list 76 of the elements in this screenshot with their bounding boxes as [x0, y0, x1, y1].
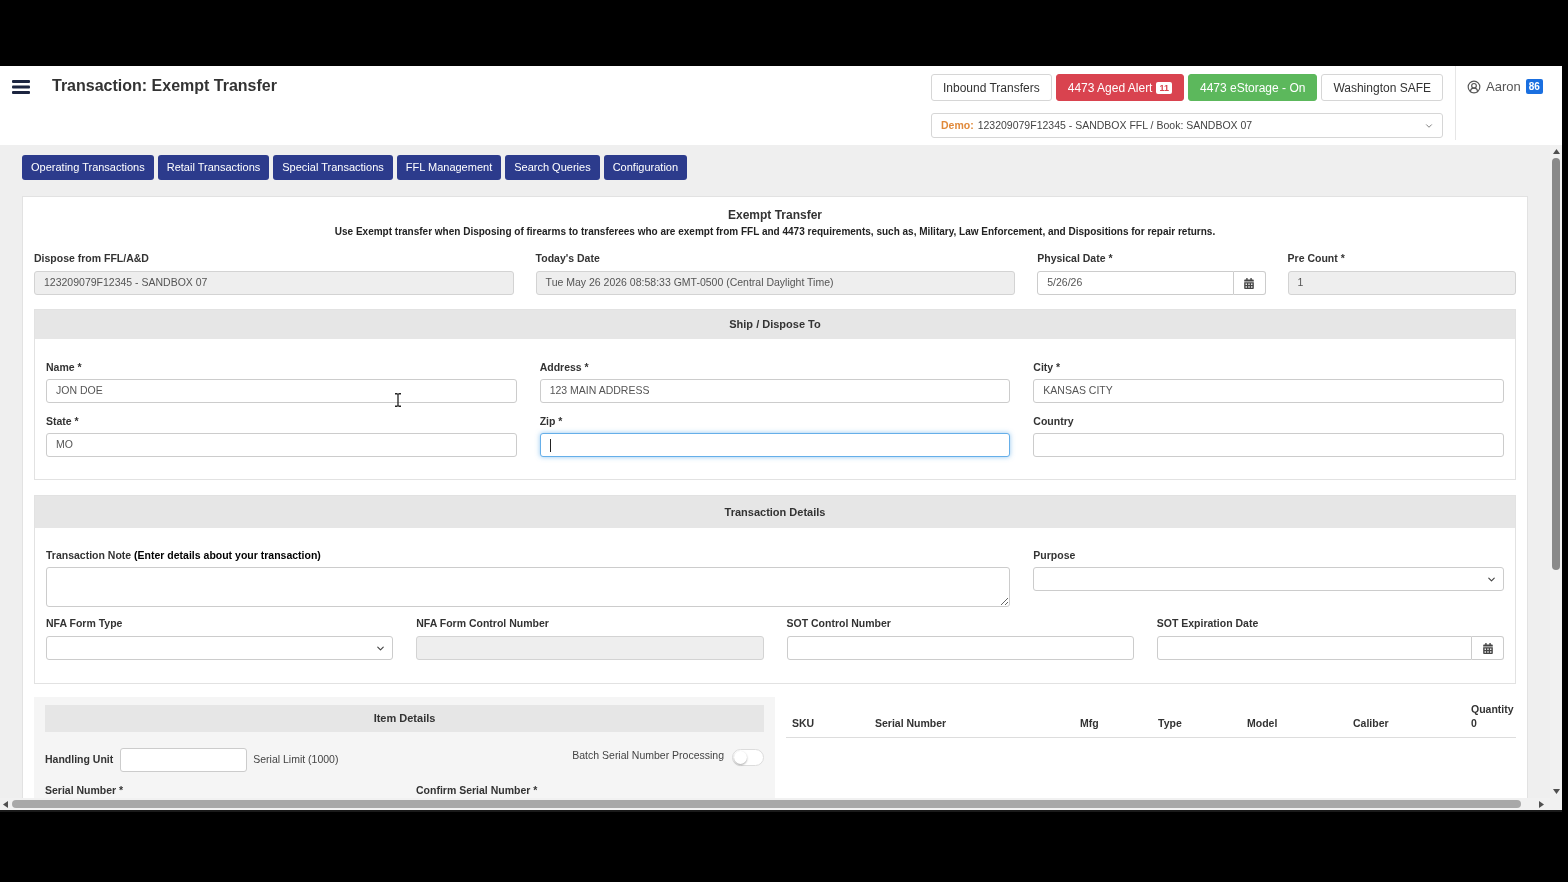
input-field[interactable] [786, 636, 1134, 660]
section-header: Item Details [45, 705, 764, 732]
input-field[interactable]: KANSAS CITY [1033, 379, 1504, 403]
calendar-icon [1244, 277, 1255, 289]
text-caret [549, 438, 551, 452]
field-label: State * [46, 415, 80, 427]
field-label: Batch Serial Number Processing [572, 748, 724, 764]
header-button[interactable]: Washington SAFE [1321, 74, 1443, 101]
input-field[interactable]: JON DOE [46, 379, 517, 403]
scroll-up-arrow-icon[interactable] [1552, 149, 1560, 154]
book-select[interactable]: Demo: 123209079F12345 - SANDBOX FFL / Book: SANDBOX 07 [931, 113, 1443, 138]
select-field[interactable] [1033, 567, 1504, 591]
field-label: Name * [46, 361, 83, 373]
quantity-total: 0 [1471, 717, 1478, 729]
page-title: Transaction: Exempt Transfer [52, 76, 277, 96]
calendar-button[interactable] [1233, 271, 1266, 295]
column-header: Model [1247, 717, 1279, 729]
field-label: SOT Control Number [786, 617, 892, 629]
count-badge: 86 [1525, 79, 1543, 94]
field-label: Purpose [1033, 549, 1077, 561]
field-label: Today's Date [535, 252, 601, 264]
count-badge: 11 [1156, 81, 1172, 94]
field-label: Confirm Serial Number * [416, 784, 539, 796]
calendar-button[interactable] [1472, 636, 1504, 660]
column-header: Type [1158, 717, 1183, 729]
field-label: NFA Form Type [46, 617, 124, 629]
field-label: Country [1033, 415, 1075, 427]
date-input-field[interactable] [1156, 636, 1472, 660]
input-field[interactable]: MO [46, 433, 517, 457]
user-name[interactable]: Aaron [1486, 79, 1521, 95]
field-label: Pre Count * [1287, 252, 1346, 264]
header-button[interactable]: 4473 Aged Alert 11 [1055, 74, 1184, 101]
nav-tab[interactable]: Configuration [603, 155, 688, 180]
serial-limit-text: Serial Limit (1000) [253, 752, 339, 768]
toggle-switch[interactable] [732, 748, 764, 766]
input-field[interactable] [539, 433, 1011, 457]
column-header: SKU [792, 717, 816, 729]
user-icon[interactable] [1467, 80, 1481, 94]
form-description: Use Exempt transfer when Disposing of firearms to transferees who are exempt from FFL and 4473 requirements, such as, Military, Law Enforcement, and Dispositions for repair returns. [333, 225, 1217, 239]
select-field[interactable] [46, 636, 394, 660]
field-label: Zip * [539, 415, 564, 427]
field-label: Physical Date * [1037, 252, 1114, 264]
column-header: Quantity [1471, 703, 1515, 715]
field-label: Address * [539, 361, 590, 373]
field-label: Dispose from FFL/A&D [34, 252, 150, 264]
scrollbar-thumb[interactable] [12, 800, 1521, 808]
field-label: NFA Form Control Number [416, 617, 550, 629]
menu-icon[interactable] [12, 80, 30, 94]
nav-tab[interactable]: FFL Management [396, 155, 502, 180]
section-header: Transaction Details [35, 496, 1515, 528]
input-field[interactable] [1033, 433, 1504, 457]
header-button[interactable]: Inbound Transfers [931, 74, 1052, 101]
nav-tab[interactable]: Operating Transactions [22, 155, 154, 180]
nav-tab[interactable]: Search Queries [505, 155, 600, 180]
field-label: Transaction Note (Enter details about your transaction) [46, 549, 322, 561]
scroll-right-arrow-icon[interactable] [1539, 800, 1544, 808]
nav-tab[interactable]: Retail Transactions [157, 155, 270, 180]
section-header: Ship / Dispose To [35, 310, 1515, 339]
column-header: Mfg [1080, 717, 1100, 729]
field-label: Handling Unit [45, 752, 114, 768]
input-field[interactable] [120, 748, 248, 772]
column-header: Serial Number [875, 717, 948, 729]
field-label: Serial Number * [45, 784, 125, 796]
calendar-icon [1482, 642, 1493, 654]
input-field[interactable]: 123 MAIN ADDRESS [539, 379, 1011, 403]
form-title: Exempt Transfer [726, 207, 823, 223]
textarea-field[interactable] [46, 567, 1011, 607]
field-label: City * [1033, 361, 1062, 373]
field-label: SOT Expiration Date [1156, 617, 1260, 629]
mouse-cursor-icon [394, 393, 402, 407]
scrollbar-thumb[interactable] [1552, 158, 1560, 570]
scroll-down-arrow-icon[interactable] [1552, 789, 1560, 794]
date-input-field[interactable]: 5/26/26 [1037, 271, 1234, 295]
nav-tab[interactable]: Special Transactions [273, 155, 393, 180]
scroll-left-arrow-icon[interactable] [3, 800, 8, 808]
column-header: Caliber [1353, 717, 1390, 729]
